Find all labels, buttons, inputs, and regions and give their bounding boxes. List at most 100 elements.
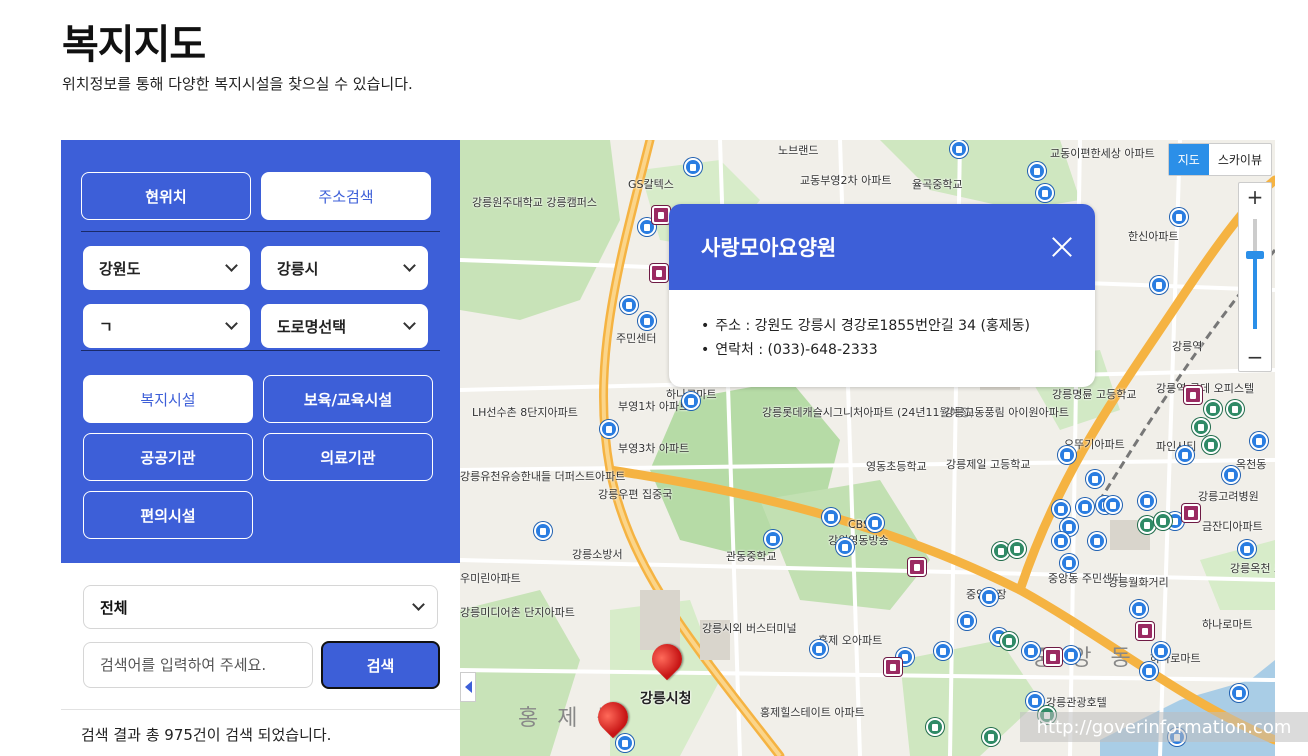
road-select[interactable]: 도로명선택 — [261, 304, 428, 348]
facility-marker-icon[interactable] — [616, 734, 634, 752]
category-convenience-button[interactable]: 편의시설 — [83, 491, 253, 539]
map-label: 강릉옥천 초등학교 — [1230, 562, 1275, 575]
category-medical-button[interactable]: 의료기관 — [263, 433, 433, 481]
facility-marker-icon[interactable] — [620, 296, 638, 314]
care-facility-marker-icon[interactable] — [1136, 622, 1154, 640]
welfare-marker-icon[interactable] — [926, 718, 944, 736]
care-facility-marker-icon[interactable] — [1182, 504, 1200, 522]
map-label: 강릉제일 고등학교 — [946, 458, 1031, 471]
facility-marker-icon[interactable] — [1058, 446, 1076, 464]
facility-marker-icon[interactable] — [1152, 642, 1170, 660]
care-facility-marker-icon[interactable] — [1044, 648, 1062, 666]
province-select[interactable]: 강원도 — [83, 246, 250, 290]
filter-select[interactable]: 전체 — [83, 585, 438, 629]
result-count-text: 검색 결과 총 975건이 검색 되었습니다. — [81, 726, 332, 744]
search-button[interactable]: 검색 — [321, 641, 440, 689]
facility-marker-icon[interactable] — [534, 522, 552, 540]
facility-marker-icon[interactable] — [1062, 646, 1080, 664]
close-icon[interactable] — [1051, 236, 1073, 258]
care-facility-marker-icon[interactable] — [652, 206, 670, 224]
facility-marker-icon[interactable] — [1060, 554, 1078, 572]
chevron-down-icon — [403, 259, 416, 272]
care-facility-marker-icon[interactable] — [908, 558, 926, 576]
facility-marker-icon[interactable] — [836, 538, 854, 556]
facility-marker-icon[interactable] — [1076, 498, 1094, 516]
facility-marker-icon[interactable] — [958, 612, 976, 630]
care-facility-marker-icon[interactable] — [650, 264, 668, 282]
page-subtitle: 위치정보를 통해 다양한 복지시설을 찾으실 수 있습니다. — [62, 75, 413, 93]
facility-marker-icon[interactable] — [1230, 684, 1248, 702]
facility-marker-icon[interactable] — [1088, 532, 1106, 550]
zoom-level-fill — [1253, 257, 1257, 329]
welfare-marker-icon[interactable] — [1000, 632, 1018, 650]
facility-marker-icon[interactable] — [1238, 540, 1256, 558]
province-select-value: 강원도 — [99, 259, 141, 278]
facility-marker-icon[interactable] — [1036, 184, 1054, 202]
facility-marker-icon[interactable] — [1104, 496, 1122, 514]
facility-marker-icon[interactable] — [684, 158, 702, 176]
address-search-button[interactable]: 주소검색 — [261, 172, 431, 220]
zoom-slider-handle[interactable] — [1246, 251, 1264, 259]
facility-marker-icon[interactable] — [1250, 432, 1268, 450]
welfare-marker-icon[interactable] — [982, 728, 1000, 746]
facility-marker-icon[interactable] — [822, 508, 840, 526]
map-label: 강릉월화거리 — [1108, 576, 1169, 589]
facility-marker-icon[interactable] — [1052, 532, 1070, 550]
city-select[interactable]: 강릉시 — [261, 246, 428, 290]
category-childcare-button[interactable]: 보육/교육시설 — [263, 375, 433, 423]
map-label: 하나로마트 — [1202, 618, 1253, 631]
zoom-in-button[interactable]: + — [1239, 183, 1271, 211]
map-type-skyview-button[interactable]: 스카이뷰 — [1209, 144, 1271, 175]
map-type-map-button[interactable]: 지도 — [1168, 144, 1209, 175]
facility-marker-icon[interactable] — [682, 392, 700, 410]
facility-marker-icon[interactable] — [764, 530, 782, 548]
facility-marker-icon[interactable] — [866, 514, 884, 532]
zoom-control: + − — [1238, 182, 1272, 372]
care-facility-marker-icon[interactable] — [1184, 386, 1202, 404]
initial-select[interactable]: ㄱ — [83, 304, 250, 348]
map-label: 영동초등학교 — [866, 460, 927, 473]
facility-marker-icon[interactable] — [1130, 600, 1148, 618]
facility-marker-icon[interactable] — [600, 420, 618, 438]
facility-marker-icon[interactable] — [1086, 470, 1104, 488]
map-label: 강릉미디어촌 단지아파트 — [460, 606, 575, 619]
panel-collapse-arrow-icon[interactable] — [460, 672, 476, 702]
map-label: 강릉유천유승한내들 더퍼스트아파트 — [460, 470, 626, 483]
welfare-marker-icon[interactable] — [1202, 436, 1220, 454]
facility-marker-icon[interactable] — [1138, 492, 1156, 510]
facility-marker-icon[interactable] — [1222, 466, 1240, 484]
facility-marker-icon[interactable] — [1170, 208, 1188, 226]
facility-marker-icon[interactable] — [1028, 162, 1046, 180]
map-type-toggle: 지도 스카이뷰 — [1167, 143, 1272, 176]
facility-marker-icon[interactable] — [1022, 642, 1040, 660]
category-welfare-button[interactable]: 복지시설 — [83, 375, 253, 423]
welfare-marker-icon[interactable] — [1154, 512, 1172, 530]
facility-marker-icon[interactable] — [950, 140, 968, 158]
info-address: 주소 : 강원도 강릉시 경강로1855번안길 34 (홍제동) — [701, 314, 1063, 338]
map-label: 강릉시외 버스터미널 — [702, 622, 797, 635]
welfare-marker-icon[interactable] — [1192, 418, 1210, 436]
map-label: 한신아파트 — [1128, 230, 1179, 243]
map-label: 강릉소방서 — [572, 548, 623, 561]
info-phone: 연락처 : (033)-648-2333 — [701, 338, 1063, 362]
map-label: 금잔디아파트 — [1202, 520, 1263, 533]
facility-marker-icon[interactable] — [1140, 662, 1158, 680]
facility-marker-icon[interactable] — [638, 312, 656, 330]
welfare-marker-icon[interactable] — [1008, 540, 1026, 558]
facility-marker-icon[interactable] — [934, 642, 952, 660]
current-location-button[interactable]: 현위치 — [81, 172, 251, 220]
category-public-button[interactable]: 공공기관 — [83, 433, 253, 481]
facility-marker-icon[interactable] — [1150, 276, 1168, 294]
welfare-marker-icon[interactable] — [1226, 400, 1244, 418]
search-input[interactable] — [83, 642, 313, 688]
facility-marker-icon[interactable] — [1176, 446, 1194, 464]
facility-marker-icon[interactable] — [810, 640, 828, 658]
zoom-out-button[interactable]: − — [1239, 343, 1271, 371]
map-label: GS칼텍스 — [628, 178, 674, 191]
filter-select-value: 전체 — [100, 598, 128, 617]
welfare-marker-icon[interactable] — [1204, 400, 1222, 418]
facility-marker-icon[interactable] — [1052, 500, 1070, 518]
care-facility-marker-icon[interactable] — [884, 658, 902, 676]
map-label: 부영3차 아파트 — [618, 442, 690, 455]
facility-marker-icon[interactable] — [980, 588, 998, 606]
